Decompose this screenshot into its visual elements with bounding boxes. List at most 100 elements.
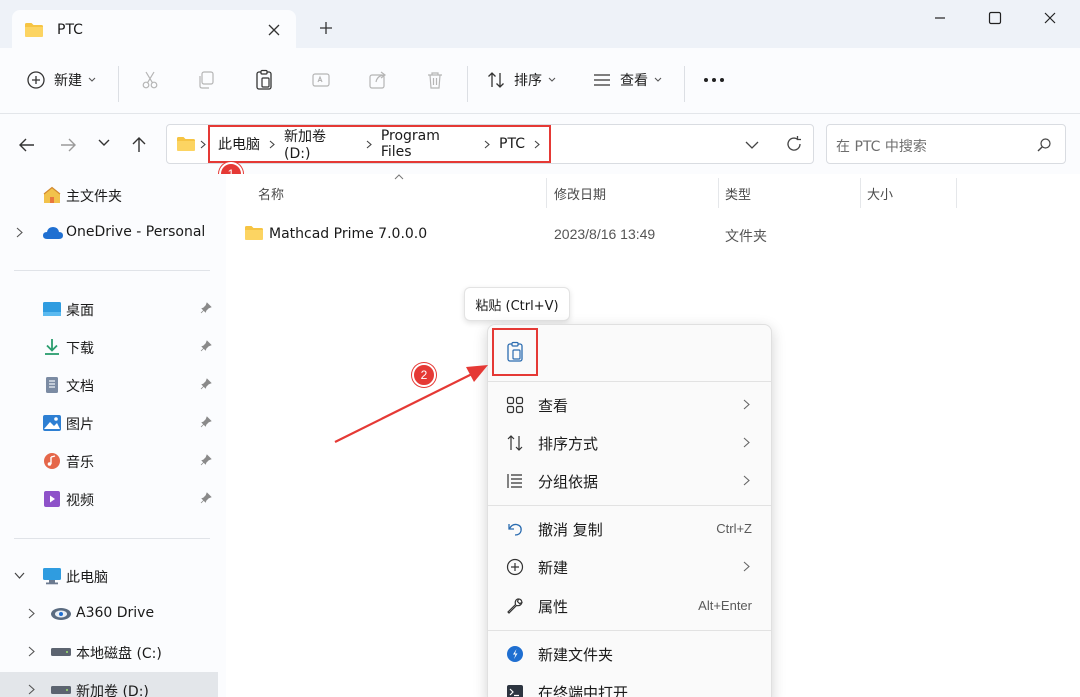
- sidebar-item-documents[interactable]: 文档: [0, 367, 218, 403]
- wrench-icon: [506, 597, 524, 615]
- terminal-icon: [506, 683, 524, 697]
- sidebar-item-label: 文档: [66, 379, 94, 395]
- share-icon: [368, 70, 388, 90]
- column-header-size[interactable]: 大小: [867, 184, 893, 203]
- close-window-icon[interactable]: [1042, 10, 1058, 26]
- view-button[interactable]: 查看: [592, 68, 662, 92]
- breadcrumb-program-files[interactable]: Program Files: [381, 128, 475, 160]
- menu-item-new-folder[interactable]: 新建文件夹: [492, 636, 768, 672]
- sidebar-item-label: 桌面: [66, 303, 94, 319]
- breadcrumb-chevron-icon: [366, 140, 372, 149]
- column-divider: [956, 178, 957, 208]
- menu-item-view[interactable]: 查看: [492, 387, 768, 423]
- breadcrumb-ptc[interactable]: PTC: [499, 136, 525, 152]
- menu-item-label: 分组依据: [538, 473, 599, 491]
- pin-icon[interactable]: [200, 492, 212, 504]
- breadcrumb-drive-d[interactable]: 新加卷 (D:): [284, 126, 357, 162]
- sidebar-item-label: 新加卷 (D:): [76, 684, 149, 697]
- menu-item-properties[interactable]: 属性 Alt+Enter: [492, 588, 768, 624]
- sort-button[interactable]: 排序: [486, 68, 556, 92]
- sidebar-item-music[interactable]: 音乐: [0, 443, 218, 479]
- column-header-type[interactable]: 类型: [725, 184, 751, 203]
- submenu-chevron-icon: [743, 561, 750, 572]
- sidebar-item-videos[interactable]: 视频: [0, 481, 218, 517]
- group-icon: [506, 472, 524, 490]
- tab-ptc[interactable]: PTC: [12, 10, 296, 50]
- pin-icon[interactable]: [200, 302, 212, 314]
- back-arrow-icon[interactable]: [18, 136, 36, 154]
- sidebar-item-drive-c[interactable]: 本地磁盘 (C:): [0, 634, 218, 670]
- new-button[interactable]: 新建: [26, 68, 96, 92]
- add-tab-icon[interactable]: [318, 20, 334, 36]
- rename-icon: [311, 70, 331, 90]
- paste-tooltip: 粘贴 (Ctrl+V): [464, 287, 570, 321]
- more-icon: [703, 77, 725, 83]
- maximize-icon[interactable]: [987, 10, 1003, 26]
- table-row[interactable]: Mathcad Prime 7.0.0.0 2023/8/16 13:49 文件…: [240, 218, 980, 250]
- sidebar-item-label: A360 Drive: [76, 605, 155, 621]
- rename-button[interactable]: [311, 68, 331, 92]
- copy-button[interactable]: [196, 68, 216, 92]
- recent-chevron-icon[interactable]: [97, 138, 115, 156]
- sidebar-item-pictures[interactable]: 图片: [0, 405, 218, 441]
- sidebar-item-downloads[interactable]: 下载: [0, 329, 218, 365]
- column-header-name[interactable]: 名称: [258, 184, 284, 203]
- sidebar-item-a360-drive[interactable]: A360 Drive: [0, 596, 218, 632]
- menu-item-new[interactable]: 新建: [492, 549, 768, 585]
- new-folder-icon: [506, 645, 524, 663]
- cut-button[interactable]: [140, 68, 160, 92]
- file-name: Mathcad Prime 7.0.0.0: [269, 226, 428, 242]
- drive-icon: [50, 685, 72, 695]
- search-icon[interactable]: [1037, 138, 1051, 152]
- sidebar-item-label: 此电脑: [66, 570, 108, 586]
- address-dropdown-icon[interactable]: [745, 141, 759, 150]
- menu-item-label: 新建文件夹: [538, 646, 614, 664]
- sidebar-item-onedrive[interactable]: OneDrive - Personal: [0, 215, 218, 251]
- more-button[interactable]: [703, 68, 725, 92]
- breadcrumb-chevron-icon: [200, 140, 206, 149]
- refresh-icon[interactable]: [785, 135, 803, 153]
- folder-icon: [176, 136, 196, 152]
- minimize-icon[interactable]: [932, 10, 948, 26]
- sidebar-item-desktop[interactable]: 桌面: [0, 291, 218, 327]
- column-divider: [860, 178, 861, 208]
- close-tab-icon[interactable]: [266, 22, 282, 38]
- context-paste-button[interactable]: [492, 328, 538, 376]
- clipboard-icon: [505, 341, 525, 363]
- delete-button[interactable]: [425, 68, 445, 92]
- expand-chevron-icon[interactable]: [28, 608, 35, 619]
- expand-chevron-icon[interactable]: [16, 227, 23, 238]
- file-modified: 2023/8/16 13:49: [554, 226, 656, 242]
- paste-button[interactable]: [254, 68, 274, 92]
- up-arrow-icon[interactable]: [130, 136, 148, 154]
- menu-item-shortcut: Alt+Enter: [698, 598, 752, 613]
- breadcrumb-chevron-icon: [269, 140, 275, 149]
- pin-icon[interactable]: [200, 416, 212, 428]
- menu-item-group-by[interactable]: 分组依据: [492, 463, 768, 499]
- share-button[interactable]: [368, 68, 388, 92]
- sidebar-item-drive-d[interactable]: 新加卷 (D:): [0, 672, 218, 697]
- expand-chevron-icon[interactable]: [28, 646, 35, 657]
- column-divider: [546, 178, 547, 208]
- undo-icon: [506, 520, 524, 538]
- expand-chevron-icon[interactable]: [28, 684, 35, 695]
- title-bar: PTC: [0, 0, 1080, 50]
- menu-item-open-terminal[interactable]: 在终端中打开: [492, 674, 768, 697]
- forward-arrow-icon[interactable]: [59, 136, 77, 154]
- menu-item-sort-by[interactable]: 排序方式: [492, 425, 768, 461]
- pin-icon[interactable]: [200, 340, 212, 352]
- breadcrumb-chevron-icon: [534, 140, 540, 149]
- column-header-modified[interactable]: 修改日期: [554, 184, 606, 203]
- search-input[interactable]: 在 PTC 中搜索: [826, 124, 1066, 164]
- breadcrumb-this-pc[interactable]: 此电脑: [218, 134, 260, 154]
- sidebar-item-home[interactable]: 主文件夹: [0, 177, 218, 213]
- sidebar-item-this-pc[interactable]: 此电脑: [0, 558, 218, 594]
- sort-up-chevron-icon: [394, 174, 404, 180]
- pin-icon[interactable]: [200, 378, 212, 390]
- list-view-icon: [592, 70, 612, 90]
- collapse-chevron-icon[interactable]: [14, 572, 25, 579]
- menu-item-undo-copy[interactable]: 撤消 复制 Ctrl+Z: [492, 511, 768, 547]
- command-bar: 新建 排序 查看: [0, 48, 1080, 114]
- pin-icon[interactable]: [200, 454, 212, 466]
- menu-item-label: 撤消 复制: [538, 521, 603, 539]
